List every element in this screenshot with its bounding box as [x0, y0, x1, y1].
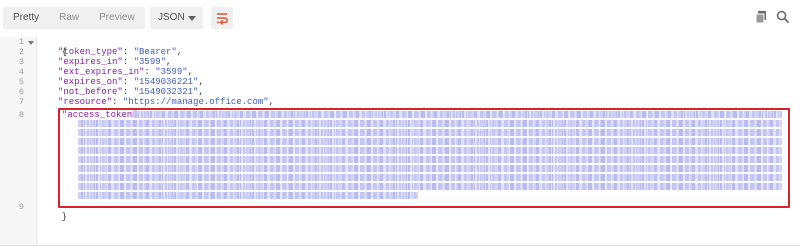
search-button[interactable] — [776, 10, 790, 24]
line-number: 1 — [18, 37, 24, 47]
code-line: "expires_on": "1549036221", — [58, 77, 204, 87]
code-line: "expires_in": "3599", — [58, 57, 171, 67]
json-comma: , — [268, 97, 275, 107]
line-number: 4 — [18, 67, 24, 77]
tab-preview[interactable]: Preview — [89, 7, 145, 29]
code-line: "not_before": "1549032321", — [58, 87, 204, 97]
json-comma: , — [198, 87, 204, 97]
line-number: 2 — [18, 47, 24, 57]
json-value: "https://manage.office.com" — [122, 97, 269, 107]
json-value: "Bearer" — [133, 47, 177, 57]
access-token-highlight-box — [58, 108, 790, 208]
copy-button[interactable] — [754, 10, 768, 24]
search-icon — [776, 10, 790, 24]
json-key: "expires_on" — [58, 77, 123, 87]
editor-bottom-border — [0, 245, 800, 246]
line-number-gutter: 1 2 3 4 5 6 7 8 9 — [0, 37, 37, 245]
code-line: "ext_expires_in": "3599", — [58, 67, 193, 77]
response-toolbar: Pretty Raw Preview JSON — [0, 0, 800, 34]
json-comma: , — [187, 67, 194, 77]
json-separator: : — [112, 97, 123, 107]
wrap-lines-icon — [217, 13, 228, 25]
tab-pretty[interactable]: Pretty — [3, 7, 49, 29]
code-line: "token_type": "Bearer", — [58, 47, 182, 57]
json-comma: , — [176, 47, 183, 57]
json-key: "not_before" — [58, 87, 123, 97]
json-key: "expires_in" — [58, 57, 123, 67]
json-separator: : — [122, 57, 134, 67]
json-separator: : — [122, 47, 134, 57]
line-number: 5 — [18, 77, 24, 87]
toolbar-right-actions — [754, 10, 790, 24]
json-value: "3599" — [133, 57, 167, 67]
json-key: "resource" — [58, 97, 113, 107]
code-line-open-brace: { — [40, 37, 67, 57]
format-select-value: JSON — [158, 12, 185, 23]
json-separator: : — [122, 77, 134, 87]
fold-toggle-icon[interactable] — [28, 41, 34, 45]
tab-raw[interactable]: Raw — [49, 7, 89, 29]
response-body-editor[interactable]: 1 2 3 4 5 6 7 8 9 { "token_type": "Beare… — [0, 37, 800, 249]
json-key: "token_type" — [58, 47, 123, 57]
line-number: 9 — [18, 202, 24, 212]
json-close-brace: } — [61, 212, 68, 222]
json-value: "1549032321" — [133, 87, 199, 97]
line-number: 7 — [18, 97, 24, 107]
json-value: "1549036221" — [133, 77, 199, 87]
copy-icon — [755, 11, 766, 24]
json-separator: : — [122, 87, 134, 97]
wrap-lines-button[interactable] — [211, 7, 233, 29]
line-number: 8 — [18, 110, 24, 120]
view-mode-tabs: Pretty Raw Preview — [3, 7, 145, 29]
json-value: "3599" — [155, 67, 188, 77]
line-number: 6 — [18, 87, 24, 97]
format-select[interactable]: JSON — [150, 7, 203, 29]
line-number: 3 — [18, 57, 24, 67]
code-line: "resource": "https://manage.office.com", — [58, 97, 274, 107]
json-comma: , — [198, 77, 204, 87]
code-line-close-brace: } — [40, 202, 67, 222]
chevron-down-icon — [188, 16, 196, 21]
json-key: "ext_expires_in" — [58, 67, 145, 77]
json-comma: , — [166, 57, 172, 67]
json-separator: : — [144, 67, 156, 77]
